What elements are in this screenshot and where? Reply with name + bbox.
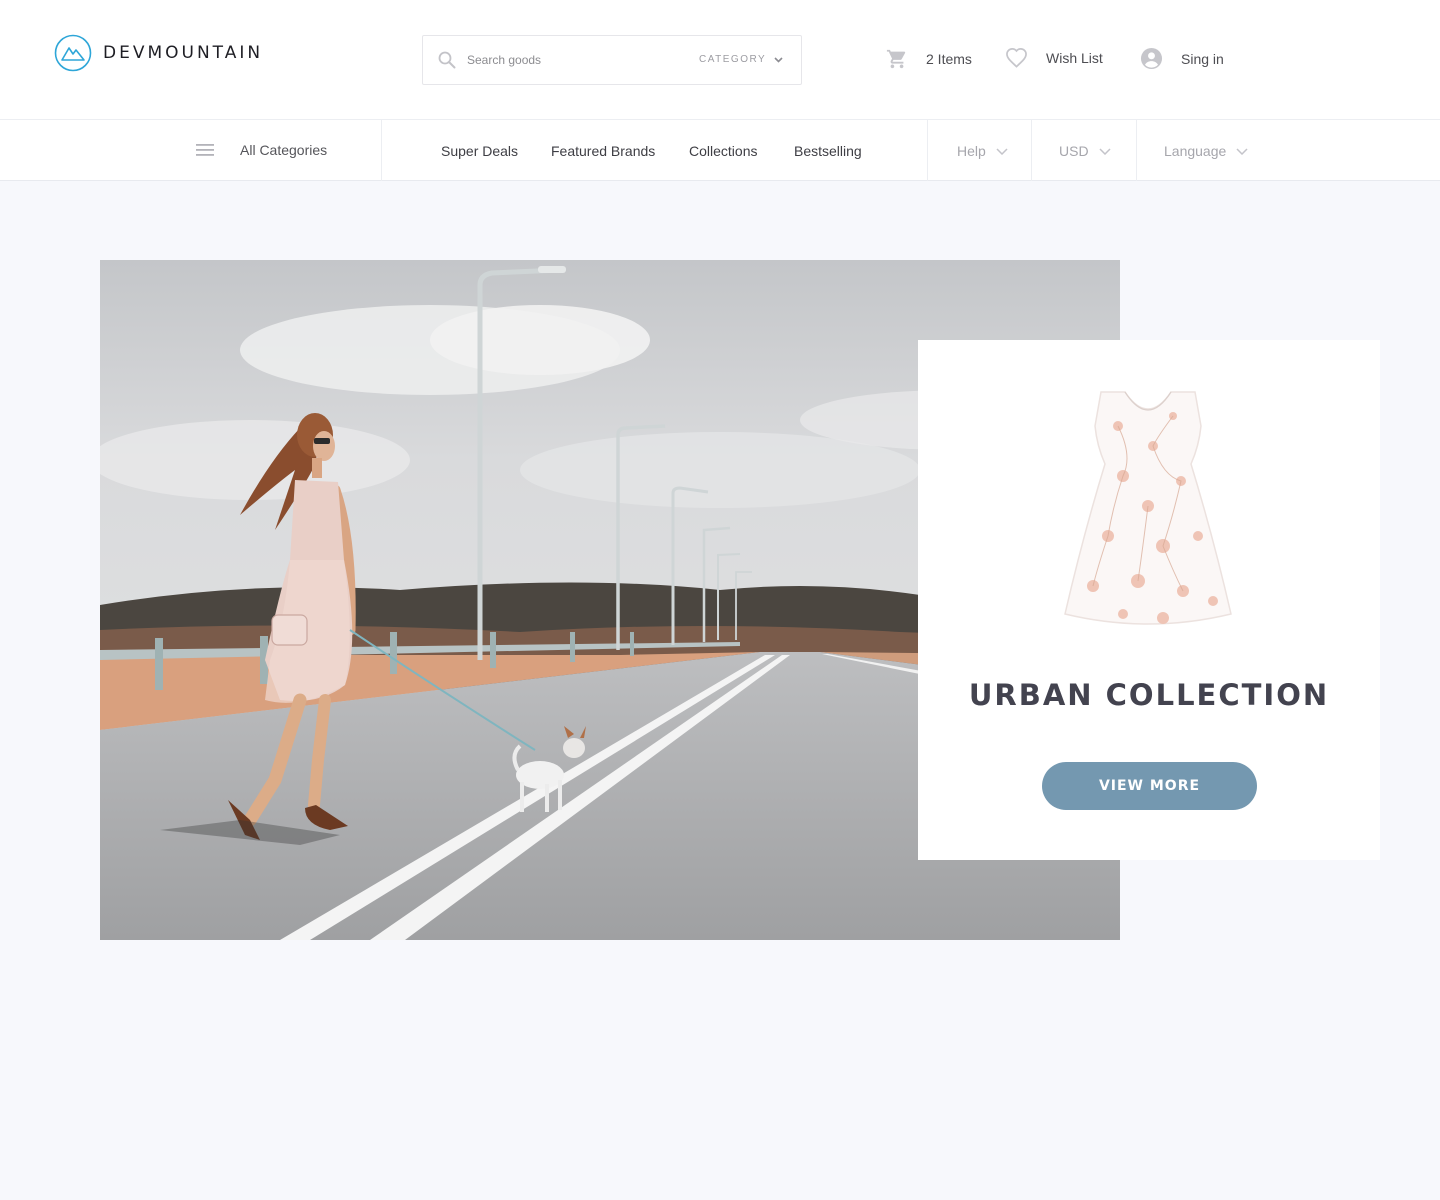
- cart-label: 2 Items: [926, 51, 972, 67]
- heart-icon: [1006, 48, 1027, 68]
- currency-dropdown[interactable]: USD: [1059, 143, 1111, 159]
- cart-button[interactable]: 2 Items: [886, 48, 972, 70]
- chevron-down-icon: [1099, 147, 1111, 155]
- main-nav: All Categories Super Deals Featured Bran…: [0, 119, 1440, 181]
- category-dropdown[interactable]: CATEGORY: [699, 54, 783, 65]
- search-icon: [438, 51, 456, 69]
- floral-dress-image: [1064, 391, 1232, 625]
- category-label: CATEGORY: [699, 54, 767, 65]
- nav-link-featured-brands[interactable]: Featured Brands: [551, 143, 655, 159]
- chevron-down-icon: [996, 147, 1008, 155]
- all-categories-button[interactable]: All Categories: [196, 142, 327, 158]
- signin-label: Sing in: [1181, 50, 1224, 67]
- top-header: DEVMOUNTAIN CATEGORY 2 Items Wish List: [0, 0, 1440, 119]
- logo-text: DEVMOUNTAIN: [103, 43, 264, 63]
- nav-link-collections[interactable]: Collections: [689, 143, 757, 159]
- currency-label: USD: [1059, 143, 1089, 159]
- nav-divider: [927, 120, 928, 181]
- search-input[interactable]: [467, 50, 687, 70]
- chevron-down-icon: [774, 56, 783, 63]
- language-dropdown[interactable]: Language: [1164, 143, 1248, 159]
- cart-icon: [886, 49, 906, 69]
- nav-divider: [1136, 120, 1137, 181]
- view-more-button[interactable]: VIEW MORE: [1042, 762, 1257, 810]
- logo[interactable]: DEVMOUNTAIN: [54, 34, 263, 72]
- wishlist-label: Wish List: [1046, 49, 1103, 66]
- all-categories-label: All Categories: [240, 142, 328, 158]
- nav-link-bestselling[interactable]: Bestselling: [794, 143, 862, 159]
- promo-title: URBAN COLLECTION: [968, 678, 1330, 712]
- help-dropdown[interactable]: Help: [957, 143, 1008, 159]
- wishlist-button[interactable]: Wish List: [1005, 47, 1103, 68]
- user-account-icon: [1140, 47, 1163, 70]
- language-label: Language: [1164, 143, 1227, 159]
- signin-button[interactable]: Sing in: [1140, 47, 1224, 70]
- chevron-down-icon: [1236, 147, 1248, 155]
- nav-divider: [1031, 120, 1032, 181]
- nav-link-super-deals[interactable]: Super Deals: [441, 143, 518, 159]
- search-box: CATEGORY: [422, 35, 802, 85]
- help-label: Help: [957, 143, 986, 159]
- menu-icon: [196, 144, 214, 156]
- nav-divider: [381, 120, 382, 181]
- mountain-logo-icon: [54, 34, 92, 72]
- promo-card: URBAN COLLECTION VIEW MORE: [918, 340, 1380, 860]
